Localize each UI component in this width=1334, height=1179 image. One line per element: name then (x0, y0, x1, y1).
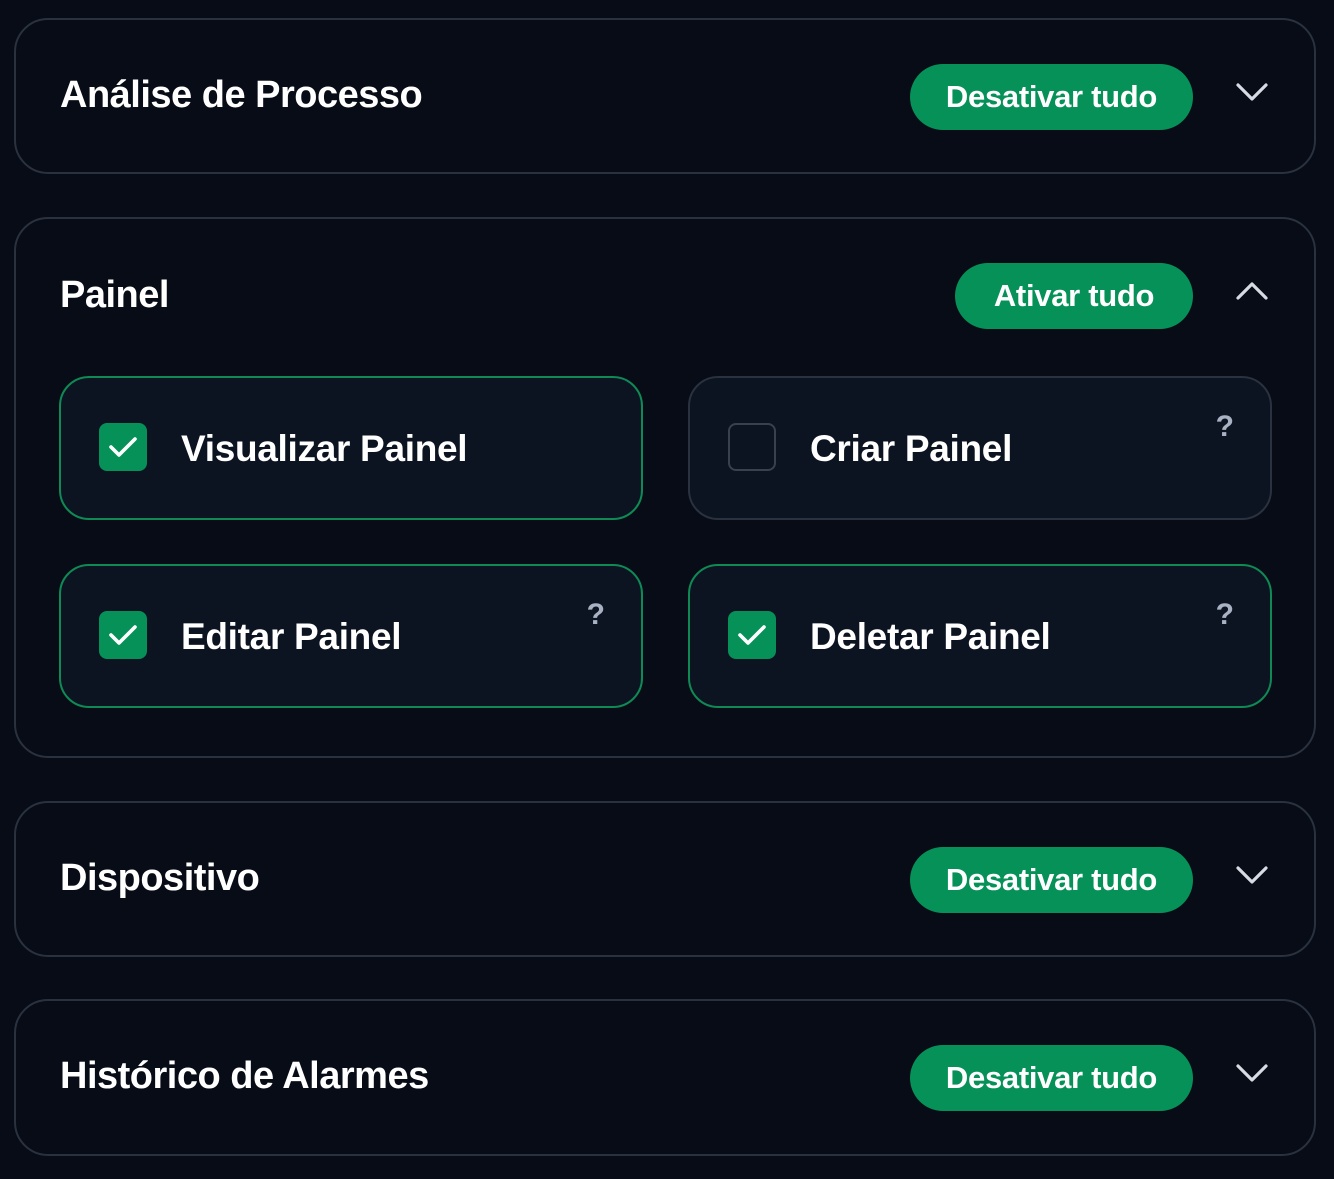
deactivate-all-button[interactable]: Desativar tudo (910, 1045, 1193, 1111)
permission-card-criar-painel[interactable]: Criar Painel ? (688, 376, 1272, 520)
checkmark-icon (738, 625, 766, 645)
checkmark-icon (109, 625, 137, 645)
help-icon[interactable]: ? (1216, 412, 1234, 442)
checkbox-checked[interactable] (728, 611, 776, 659)
deactivate-all-button[interactable]: Desativar tudo (910, 64, 1193, 130)
section-title: Dispositivo (60, 857, 260, 899)
permission-card-deletar-painel[interactable]: Deletar Painel ? (688, 564, 1272, 708)
chevron-down-icon[interactable] (1232, 72, 1272, 112)
permission-card-editar-painel[interactable]: Editar Painel ? (59, 564, 643, 708)
permission-label: Deletar Painel (810, 616, 1051, 657)
chevron-up-icon[interactable] (1232, 271, 1272, 311)
checkbox-checked[interactable] (99, 423, 147, 471)
checkbox-unchecked[interactable] (728, 423, 776, 471)
chevron-down-icon[interactable] (1232, 855, 1272, 895)
permission-label: Visualizar Painel (181, 428, 468, 469)
chevron-down-icon[interactable] (1232, 1053, 1272, 1093)
section-title: Painel (60, 274, 169, 316)
section-title: Histórico de Alarmes (60, 1055, 429, 1097)
section-historico-de-alarmes: Histórico de Alarmes Desativar tudo (14, 999, 1316, 1156)
checkmark-icon (109, 437, 137, 457)
permission-label: Criar Painel (810, 428, 1013, 469)
deactivate-all-button[interactable]: Desativar tudo (910, 847, 1193, 913)
activate-all-button[interactable]: Ativar tudo (955, 263, 1193, 329)
checkbox-checked[interactable] (99, 611, 147, 659)
section-title: Análise de Processo (60, 74, 423, 116)
section-analise-de-processo: Análise de Processo Desativar tudo (14, 18, 1316, 174)
help-icon[interactable]: ? (587, 600, 605, 630)
permission-label: Editar Painel (181, 616, 402, 657)
section-dispositivo: Dispositivo Desativar tudo (14, 801, 1316, 957)
help-icon[interactable]: ? (1216, 600, 1234, 630)
section-painel: Painel Ativar tudo Visualizar Painel Cri… (14, 217, 1316, 758)
permission-card-visualizar-painel[interactable]: Visualizar Painel (59, 376, 643, 520)
